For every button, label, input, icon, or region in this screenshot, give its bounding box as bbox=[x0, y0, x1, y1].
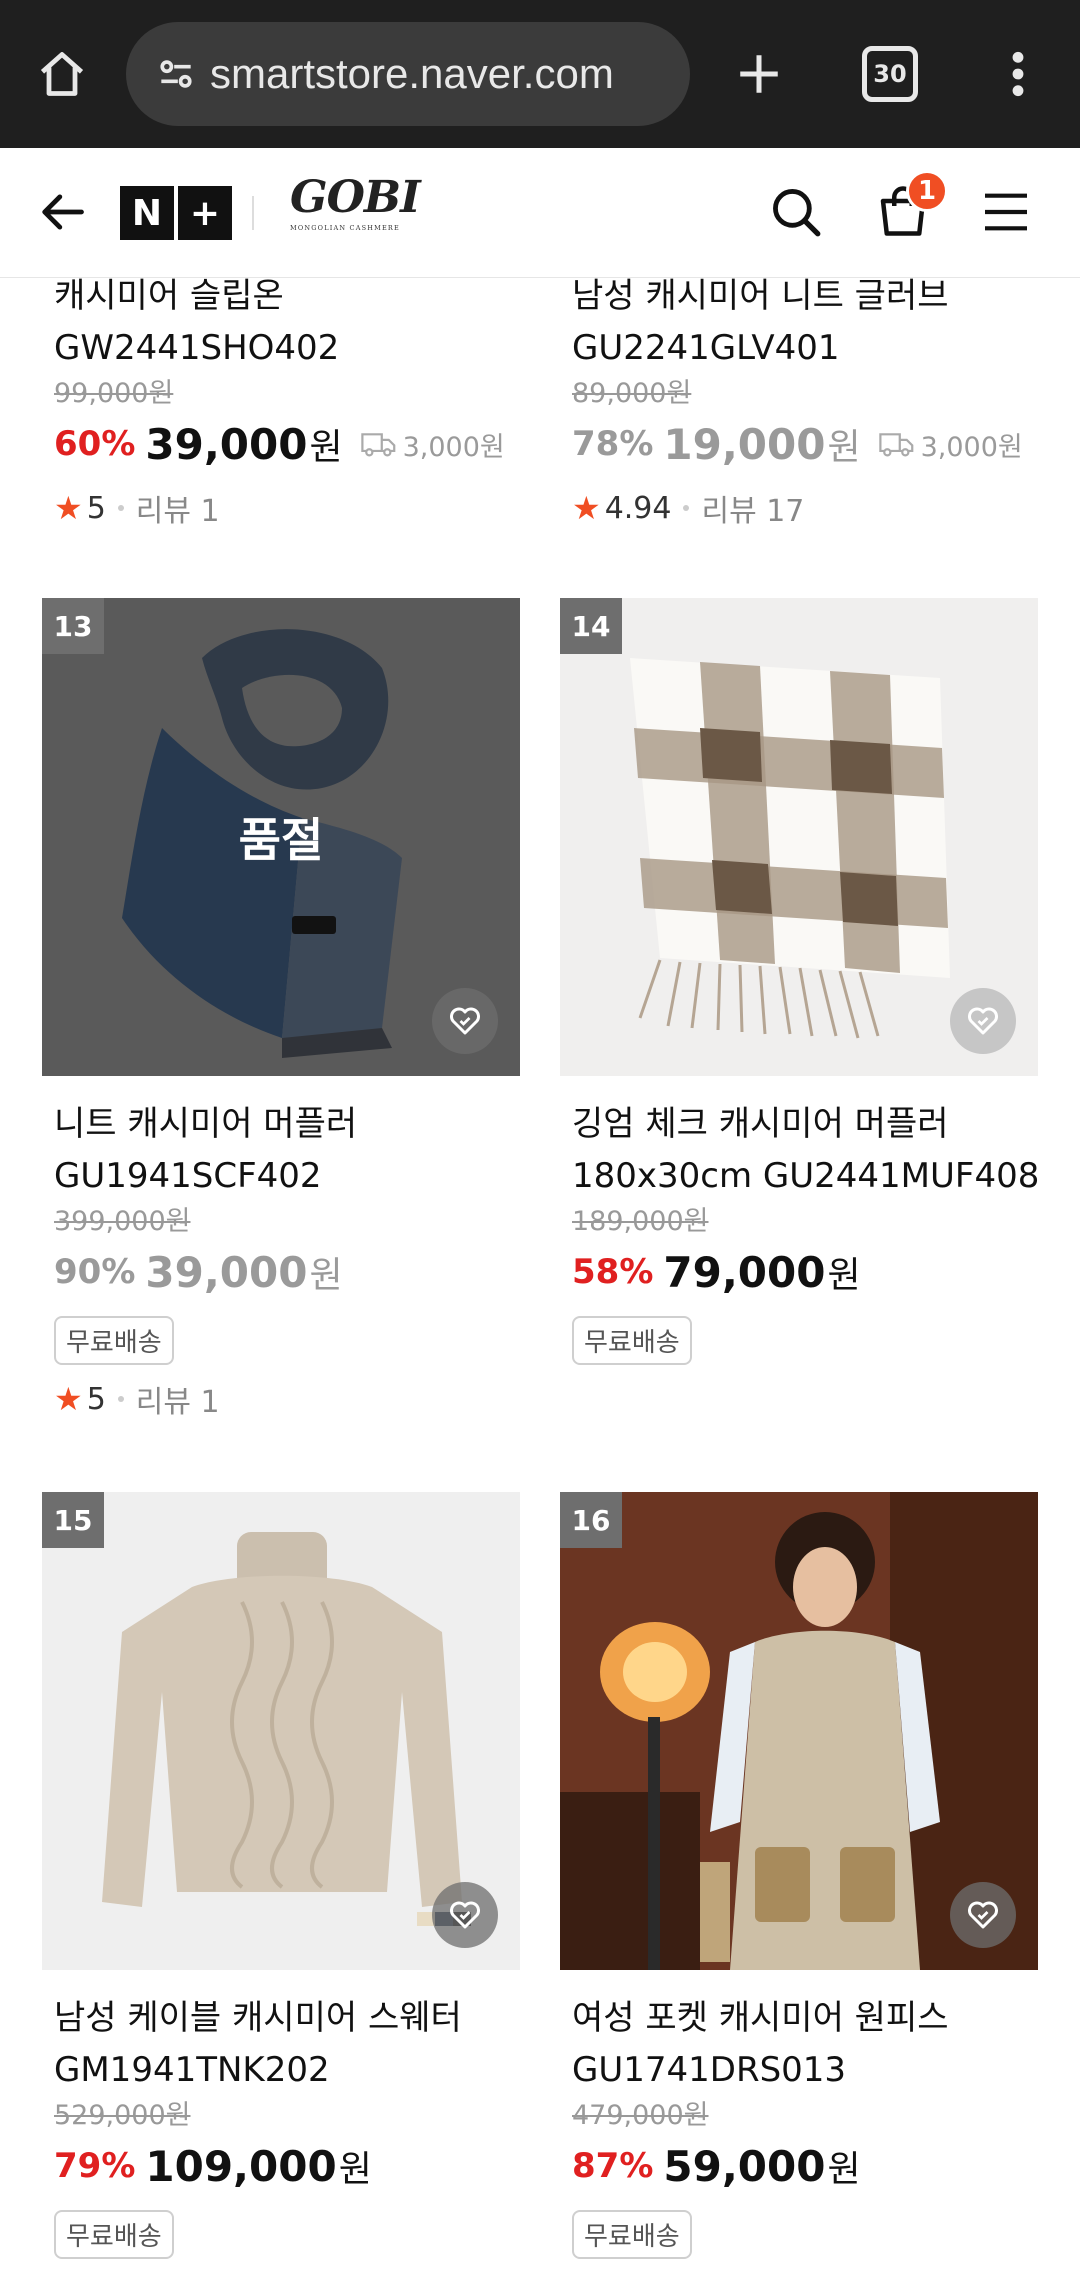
shipping-fee: 3,000원 bbox=[878, 425, 1023, 464]
free-shipping-tag: 무료배송 bbox=[54, 2210, 174, 2259]
product-title[interactable]: 깅엄 체크 캐시미어 머플러 bbox=[572, 1098, 1038, 1150]
back-arrow-icon[interactable] bbox=[30, 180, 94, 244]
price-row: 58% 79,000 원 bbox=[572, 1247, 861, 1297]
review-count[interactable]: 리뷰 1 bbox=[136, 486, 220, 530]
rank-badge: 15 bbox=[42, 1492, 104, 1548]
discount-rate: 60% bbox=[54, 424, 136, 464]
sale-price: 39,000 bbox=[145, 1247, 308, 1297]
sale-price: 109,000 bbox=[145, 2141, 337, 2191]
original-price: 89,000원 bbox=[572, 378, 692, 409]
sale-price: 59,000 bbox=[663, 2141, 826, 2191]
star-icon: ★ bbox=[54, 489, 83, 527]
rating-row: ★ 5 리뷰 1 bbox=[54, 484, 520, 532]
header-divider bbox=[252, 196, 254, 230]
price-row: 90% 39,000 원 bbox=[54, 1247, 343, 1297]
original-price: 529,000원 bbox=[54, 2100, 191, 2131]
sale-price: 39,000 bbox=[145, 419, 308, 469]
discount-rate: 78% bbox=[572, 424, 654, 464]
gobi-brand-logo[interactable]: GOBI MONGOLIAN CASHMERE bbox=[290, 176, 421, 250]
shipping-fee: 3,000원 bbox=[360, 425, 505, 464]
site-settings-icon[interactable] bbox=[146, 44, 206, 104]
original-price: 479,000원 bbox=[572, 2100, 709, 2131]
discount-rate: 90% bbox=[54, 1252, 136, 1292]
separator-dot bbox=[683, 505, 690, 511]
naver-plus-logo[interactable]: N + bbox=[120, 186, 232, 240]
rank-badge: 14 bbox=[560, 598, 622, 654]
star-icon: ★ bbox=[54, 1380, 83, 1418]
price-row: 79% 109,000 원 bbox=[54, 2141, 372, 2191]
product-image-check-muffler[interactable]: 14 bbox=[560, 598, 1038, 1076]
product-code[interactable]: GU1741DRS013 bbox=[572, 2044, 1038, 2096]
cart-count-badge: 1 bbox=[906, 170, 948, 212]
rating-value: 5 bbox=[86, 490, 106, 526]
product-image-scarf[interactable]: 13 품절 bbox=[42, 598, 520, 1076]
price-row: 87% 59,000 원 bbox=[572, 2141, 861, 2191]
price-row: 78% 19,000 원 3,000원 bbox=[572, 419, 1023, 469]
product-title[interactable]: 니트 캐시미어 머플러 bbox=[54, 1098, 520, 1150]
price-row: 60% 39,000 원 3,000원 bbox=[54, 419, 505, 469]
free-shipping-tag: 무료배송 bbox=[572, 2210, 692, 2259]
separator-dot bbox=[117, 1396, 124, 1402]
discount-rate: 58% bbox=[572, 1252, 654, 1292]
review-count[interactable]: 리뷰 1 bbox=[136, 1377, 220, 1421]
discount-rate: 87% bbox=[572, 2146, 654, 2186]
rating-value: 5 bbox=[86, 1381, 106, 1417]
sale-price: 79,000 bbox=[663, 1247, 826, 1297]
separator-dot bbox=[117, 505, 124, 511]
product-title[interactable]: 여성 포켓 캐시미어 원피스 bbox=[572, 1992, 1038, 2044]
product-code[interactable]: GW2441SHO402 bbox=[54, 322, 520, 374]
search-icon[interactable] bbox=[764, 180, 828, 244]
truck-icon bbox=[360, 433, 395, 457]
review-count[interactable]: 리뷰 17 bbox=[701, 486, 804, 530]
home-icon[interactable] bbox=[30, 42, 94, 106]
product-code[interactable]: GU2241GLV401 bbox=[572, 322, 1038, 374]
hamburger-menu-icon[interactable] bbox=[976, 182, 1036, 242]
product-image-pocket-dress[interactable]: 16 bbox=[560, 1492, 1038, 1970]
sale-price: 19,000 bbox=[663, 419, 826, 469]
address-bar[interactable]: smartstore.naver.com bbox=[126, 22, 690, 126]
rank-badge: 16 bbox=[560, 1492, 622, 1548]
star-icon: ★ bbox=[572, 489, 601, 527]
product-code[interactable]: GM1941TNK202 bbox=[54, 2044, 520, 2096]
rank-badge: 13 bbox=[42, 598, 104, 654]
tab-switcher-button[interactable]: 30 bbox=[862, 46, 918, 102]
wishlist-heart-icon[interactable] bbox=[432, 988, 498, 1054]
product-code[interactable]: 180x30cm GU2441MUF408 bbox=[572, 1150, 1038, 1202]
product-title[interactable]: 남성 케이블 캐시미어 스웨터 bbox=[54, 1992, 520, 2044]
original-price: 189,000원 bbox=[572, 1206, 709, 1237]
rating-row: ★ 4.94 리뷰 17 bbox=[572, 484, 1038, 532]
rating-value: 4.94 bbox=[604, 490, 672, 526]
free-shipping-tag: 무료배송 bbox=[572, 1316, 692, 1365]
wishlist-heart-icon[interactable] bbox=[950, 988, 1016, 1054]
store-header: N + GOBI MONGOLIAN CASHMERE 1 bbox=[0, 148, 1080, 278]
new-tab-icon[interactable] bbox=[724, 42, 794, 106]
free-shipping-tag: 무료배송 bbox=[54, 1316, 174, 1365]
original-price: 99,000원 bbox=[54, 378, 174, 409]
product-code[interactable]: GU1941SCF402 bbox=[54, 1150, 520, 1202]
rating-row: ★ 5 리뷰 1 bbox=[54, 1375, 520, 1423]
original-price: 399,000원 bbox=[54, 1206, 191, 1237]
url-text[interactable]: smartstore.naver.com bbox=[210, 50, 614, 98]
truck-icon bbox=[878, 433, 913, 457]
wishlist-heart-icon[interactable] bbox=[950, 1882, 1016, 1948]
discount-rate: 79% bbox=[54, 2146, 136, 2186]
wishlist-heart-icon[interactable] bbox=[432, 1882, 498, 1948]
product-image-cable-sweater[interactable]: 15 bbox=[42, 1492, 520, 1970]
soldout-label: 품절 bbox=[238, 813, 324, 867]
browser-toolbar: smartstore.naver.com 30 bbox=[0, 0, 1080, 148]
more-vertical-icon[interactable] bbox=[1000, 42, 1036, 106]
